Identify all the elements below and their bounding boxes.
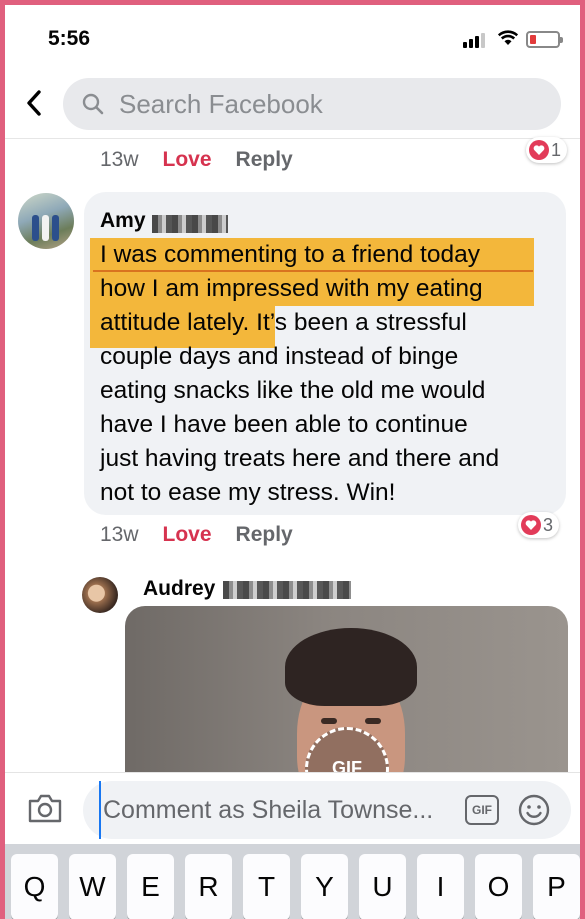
- key-t[interactable]: T: [243, 854, 290, 919]
- amy-comment-actions: 13w Love Reply: [100, 523, 293, 547]
- search-input[interactable]: [119, 78, 539, 130]
- battery-low-icon: [526, 31, 563, 48]
- keyboard: Q W E R T Y U I O P: [5, 844, 580, 919]
- back-arrow-icon[interactable]: [23, 89, 45, 117]
- top-navigation: [5, 67, 580, 139]
- redacted-last-name: [223, 581, 351, 599]
- key-e[interactable]: E: [127, 854, 174, 919]
- comment-line: not to ease my stress. Win!: [100, 479, 396, 506]
- cellular-signal-icon: [463, 33, 485, 48]
- search-bar[interactable]: [63, 78, 561, 130]
- key-w[interactable]: W: [69, 854, 116, 919]
- comment-line: just having treats here and there and: [100, 445, 500, 472]
- comment-age: 13w: [100, 148, 139, 171]
- comment-line: couple days and instead of binge: [100, 343, 459, 370]
- comment-line: attitude lately. It’s been a stressful: [100, 309, 467, 336]
- comment-input-wrapper[interactable]: GIF: [83, 781, 571, 839]
- love-button[interactable]: Love: [163, 523, 212, 547]
- gif-hair: [285, 628, 417, 706]
- key-p[interactable]: P: [533, 854, 580, 919]
- reaction-count: 1: [551, 139, 562, 160]
- previous-comment-actions: 13w Love Reply: [100, 148, 293, 172]
- key-i[interactable]: I: [417, 854, 464, 919]
- love-button[interactable]: Love: [163, 148, 212, 172]
- wifi-icon: [497, 30, 519, 45]
- key-y[interactable]: Y: [301, 854, 348, 919]
- camera-icon[interactable]: [27, 791, 63, 825]
- comment-author[interactable]: Amy: [100, 209, 146, 233]
- gif-eye: [321, 718, 337, 724]
- heart-reaction-icon: [529, 140, 549, 160]
- status-time: 5:56: [48, 27, 91, 50]
- key-o[interactable]: O: [475, 854, 522, 919]
- reply-author[interactable]: Audrey: [143, 577, 215, 601]
- key-r[interactable]: R: [185, 854, 232, 919]
- reply-button[interactable]: Reply: [236, 523, 293, 547]
- emoji-icon[interactable]: [517, 793, 551, 827]
- search-icon: [82, 93, 104, 115]
- reaction-count: 3: [543, 514, 554, 535]
- key-q[interactable]: Q: [11, 854, 58, 919]
- avatar[interactable]: [82, 577, 118, 613]
- avatar[interactable]: [18, 193, 74, 249]
- comment-line: how I am impressed with my eating: [100, 275, 483, 302]
- reaction-count-badge[interactable]: 3: [518, 512, 560, 538]
- status-bar: 5:56: [5, 5, 580, 67]
- comment-age: 13w: [100, 523, 139, 546]
- key-u[interactable]: U: [359, 854, 406, 919]
- reaction-count-badge[interactable]: 1: [526, 137, 568, 163]
- comment-text: I was commenting to a friend today how I…: [100, 238, 555, 510]
- reply-button[interactable]: Reply: [236, 148, 293, 172]
- comment-line: I was commenting to a friend today: [100, 241, 480, 268]
- keyboard-row: Q W E R T Y U I O P: [11, 854, 580, 919]
- comment-input[interactable]: [99, 781, 461, 839]
- gif-eye: [365, 718, 381, 724]
- redacted-last-name: [152, 215, 228, 233]
- screen-frame: 5:56 13w Love Reply 1: [0, 0, 585, 919]
- gif-button[interactable]: GIF: [465, 795, 499, 825]
- heart-reaction-icon: [521, 515, 541, 535]
- comment-line: eating snacks like the old me would: [100, 377, 486, 404]
- comment-line: have I have been able to continue: [100, 411, 468, 438]
- comment-composer: GIF: [5, 772, 580, 844]
